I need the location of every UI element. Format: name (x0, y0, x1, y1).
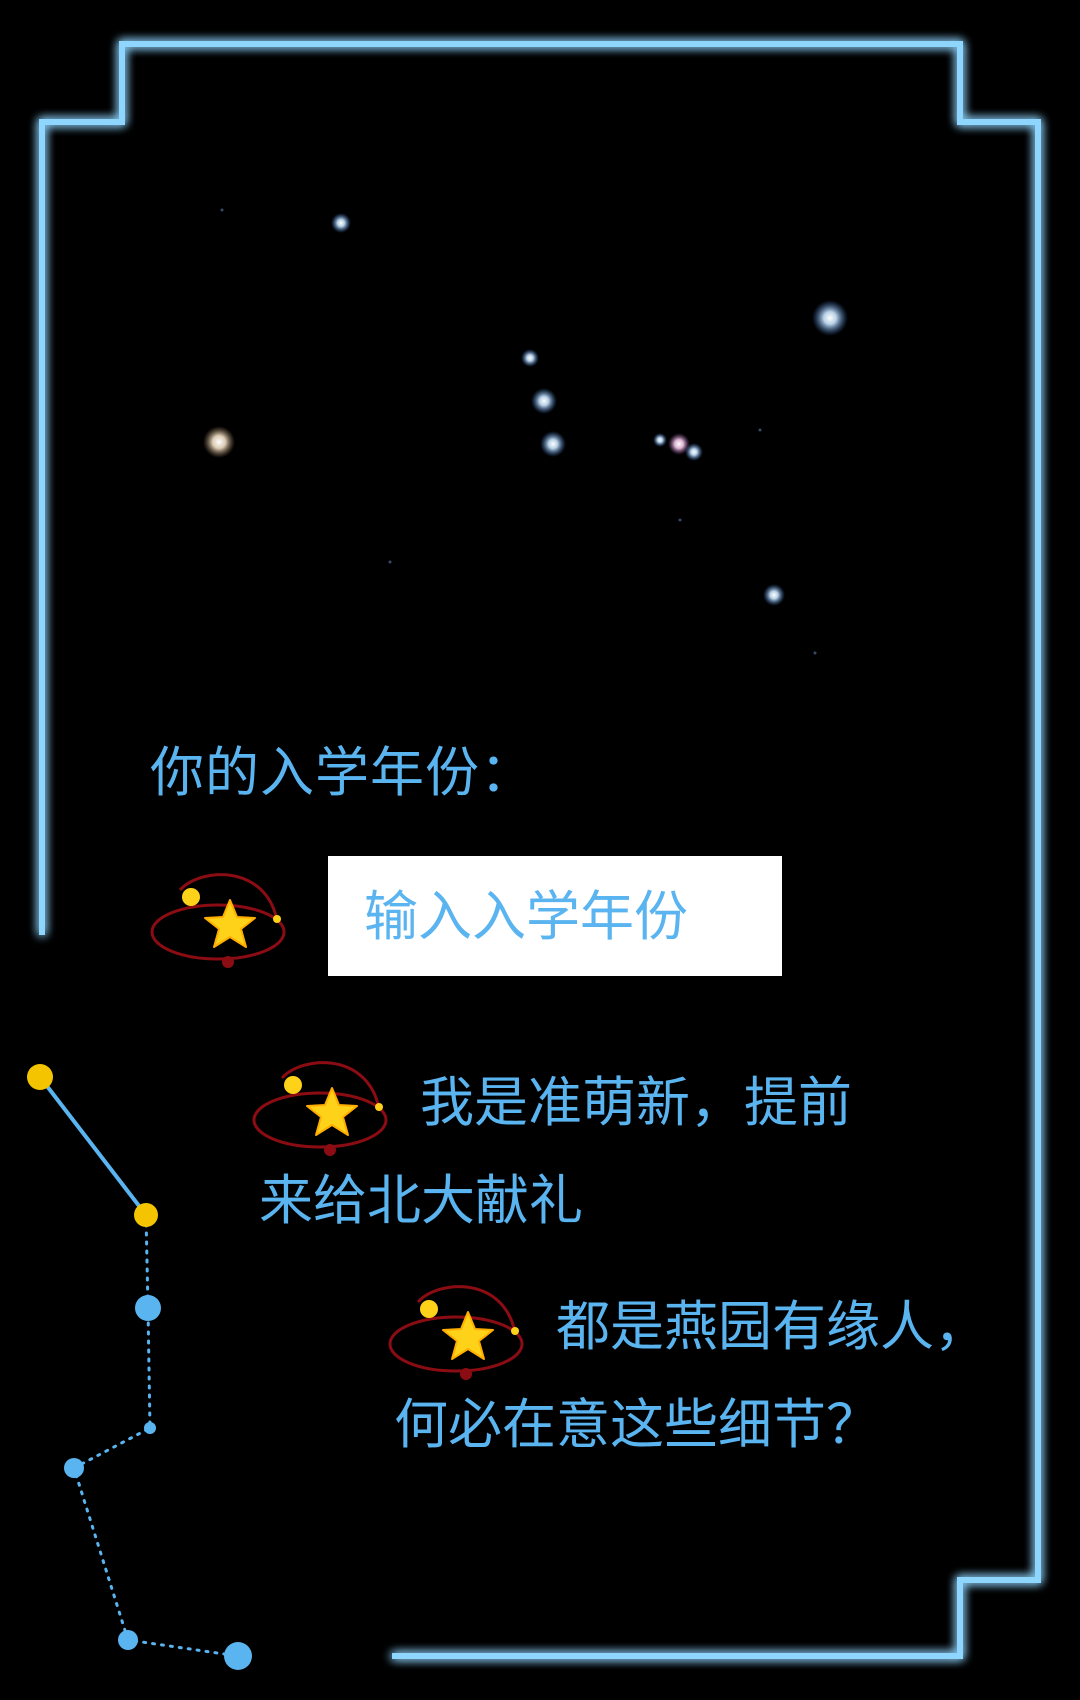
star (653, 433, 667, 447)
starfield (203, 208, 848, 655)
star (678, 518, 682, 522)
star (531, 388, 557, 414)
star (331, 213, 351, 233)
star-orbit-icon (252, 1061, 388, 1156)
option-new-student[interactable]: 我是准萌新，提前 来给北大献礼 (252, 1054, 952, 1254)
constellation-icon (27, 1064, 252, 1670)
star-orbit-icon (388, 1285, 524, 1380)
star (758, 428, 762, 432)
star (540, 431, 566, 457)
star (220, 208, 224, 212)
option-label: 来给北大献礼 (259, 1169, 583, 1232)
star (813, 651, 817, 655)
year-question-label: 你的入学年份： (150, 741, 535, 804)
star (685, 443, 703, 461)
star (521, 349, 539, 367)
year-input[interactable] (328, 856, 782, 976)
option-label: 何必在意这些细节？ (394, 1393, 880, 1456)
star-orbit-icon (150, 873, 286, 968)
star (812, 300, 848, 336)
option-label: 我是准萌新，提前 (420, 1071, 852, 1134)
option-any-year[interactable]: 都是燕园有缘人， 何必在意这些细节？ (388, 1278, 988, 1478)
option-label: 都是燕园有缘人， (556, 1295, 988, 1358)
star (203, 426, 235, 458)
star (763, 584, 785, 606)
star (388, 560, 392, 564)
